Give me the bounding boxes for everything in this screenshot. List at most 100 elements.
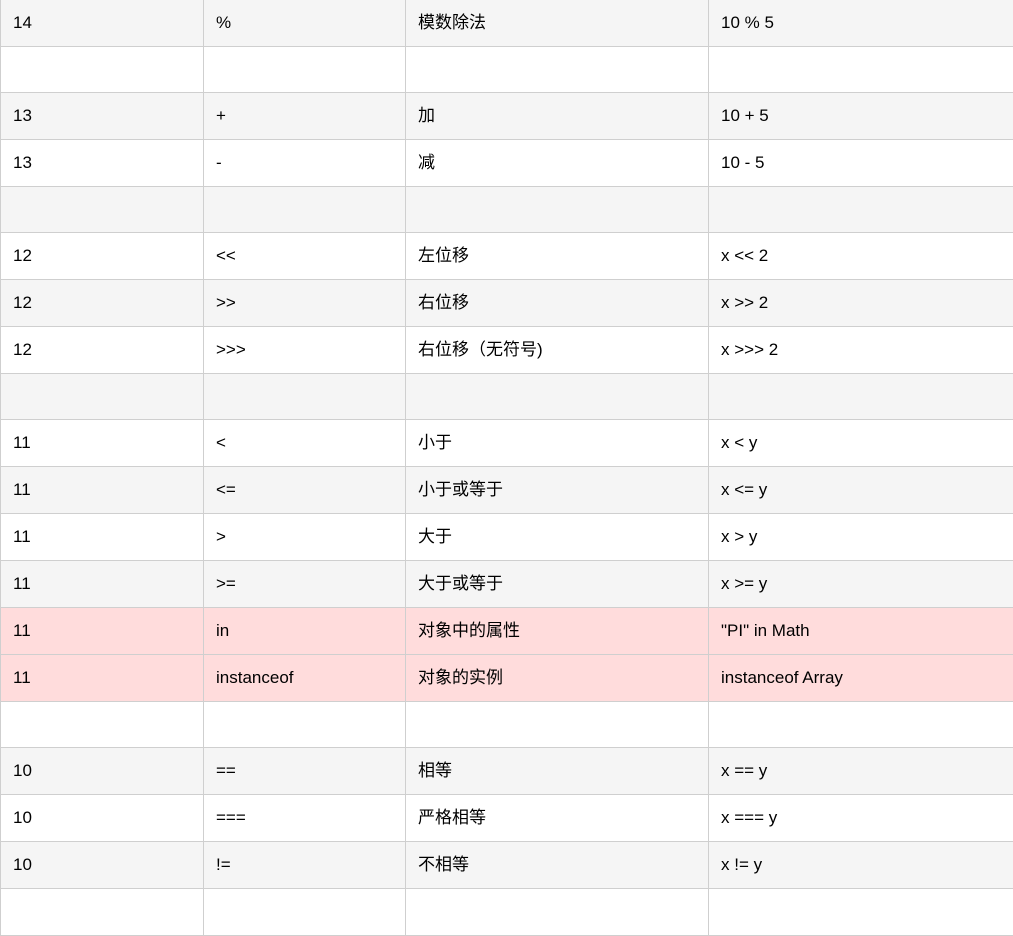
example-cell — [709, 374, 1013, 420]
example-cell: x >>> 2 — [709, 327, 1013, 374]
description-cell — [406, 187, 709, 233]
operator-cell: < — [204, 420, 406, 467]
description-cell: 模数除法 — [406, 0, 709, 47]
table-row: 12<<左位移x << 2 — [1, 233, 1013, 280]
precedence-cell — [1, 187, 204, 233]
precedence-cell — [1, 889, 204, 936]
separator-row — [1, 47, 1013, 93]
table-row: 14%模数除法10 % 5 — [1, 0, 1013, 47]
operator-cell — [204, 374, 406, 420]
operator-cell: instanceof — [204, 655, 406, 702]
precedence-cell: 11 — [1, 420, 204, 467]
example-cell: x < y — [709, 420, 1013, 467]
description-cell: 小于 — [406, 420, 709, 467]
example-cell: instanceof Array — [709, 655, 1013, 702]
table-row: 10!=不相等x != y — [1, 842, 1013, 889]
description-cell: 减 — [406, 140, 709, 187]
example-cell: 10 - 5 — [709, 140, 1013, 187]
operator-cell: % — [204, 0, 406, 47]
description-cell: 对象的实例 — [406, 655, 709, 702]
example-cell — [709, 187, 1013, 233]
precedence-cell: 12 — [1, 280, 204, 327]
operator-cell: + — [204, 93, 406, 140]
precedence-cell: 10 — [1, 795, 204, 842]
operator-cell: in — [204, 608, 406, 655]
operator-cell — [204, 889, 406, 936]
description-cell — [406, 889, 709, 936]
precedence-cell: 11 — [1, 467, 204, 514]
table-row — [1, 889, 1013, 936]
description-cell: 对象中的属性 — [406, 608, 709, 655]
precedence-cell: 12 — [1, 327, 204, 374]
description-cell: 小于或等于 — [406, 467, 709, 514]
precedence-cell: 11 — [1, 655, 204, 702]
example-cell: 10 % 5 — [709, 0, 1013, 47]
table-row: 11<=小于或等于x <= y — [1, 467, 1013, 514]
table-row: 11instanceof对象的实例instanceof Array — [1, 655, 1013, 702]
table-row: 11>大于x > y — [1, 514, 1013, 561]
description-cell: 相等 — [406, 748, 709, 795]
precedence-cell: 10 — [1, 748, 204, 795]
example-cell: x >> 2 — [709, 280, 1013, 327]
operator-cell: != — [204, 842, 406, 889]
example-cell: x == y — [709, 748, 1013, 795]
operator-cell: >> — [204, 280, 406, 327]
table-row: 10===严格相等x === y — [1, 795, 1013, 842]
table-row: 11<小于x < y — [1, 420, 1013, 467]
separator-row — [1, 187, 1013, 233]
example-cell: x << 2 — [709, 233, 1013, 280]
table-row: 13-减10 - 5 — [1, 140, 1013, 187]
description-cell: 大于 — [406, 514, 709, 561]
description-cell — [406, 374, 709, 420]
precedence-cell: 13 — [1, 93, 204, 140]
precedence-cell: 12 — [1, 233, 204, 280]
example-cell: 10 + 5 — [709, 93, 1013, 140]
precedence-cell — [1, 702, 204, 748]
operator-cell: > — [204, 514, 406, 561]
operator-cell — [204, 187, 406, 233]
table-row: 11in对象中的属性"PI" in Math — [1, 608, 1013, 655]
table-row: 11>=大于或等于x >= y — [1, 561, 1013, 608]
example-cell — [709, 889, 1013, 936]
example-cell: x >= y — [709, 561, 1013, 608]
operator-cell: == — [204, 748, 406, 795]
example-cell — [709, 702, 1013, 748]
precedence-cell — [1, 374, 204, 420]
operator-cell: - — [204, 140, 406, 187]
example-cell: x === y — [709, 795, 1013, 842]
description-cell: 加 — [406, 93, 709, 140]
precedence-cell: 11 — [1, 608, 204, 655]
operator-cell: >>> — [204, 327, 406, 374]
operator-cell: <= — [204, 467, 406, 514]
description-cell: 严格相等 — [406, 795, 709, 842]
operator-table-body: 14%模数除法10 % 513+加10 + 513-减10 - 512<<左位移… — [1, 0, 1013, 936]
description-cell — [406, 47, 709, 93]
precedence-cell: 14 — [1, 0, 204, 47]
operator-cell: << — [204, 233, 406, 280]
precedence-cell — [1, 47, 204, 93]
separator-row — [1, 702, 1013, 748]
operator-cell: >= — [204, 561, 406, 608]
description-cell: 右位移（无符号) — [406, 327, 709, 374]
example-cell — [709, 47, 1013, 93]
operator-precedence-table: 14%模数除法10 % 513+加10 + 513-减10 - 512<<左位移… — [0, 0, 1013, 936]
description-cell — [406, 702, 709, 748]
description-cell: 大于或等于 — [406, 561, 709, 608]
table-row: 10==相等x == y — [1, 748, 1013, 795]
example-cell: x != y — [709, 842, 1013, 889]
example-cell: "PI" in Math — [709, 608, 1013, 655]
table-row: 12>>>右位移（无符号)x >>> 2 — [1, 327, 1013, 374]
precedence-cell: 11 — [1, 561, 204, 608]
precedence-cell: 11 — [1, 514, 204, 561]
precedence-cell: 13 — [1, 140, 204, 187]
description-cell: 不相等 — [406, 842, 709, 889]
example-cell: x > y — [709, 514, 1013, 561]
separator-row — [1, 374, 1013, 420]
operator-cell — [204, 702, 406, 748]
table-row: 13+加10 + 5 — [1, 93, 1013, 140]
table-row: 12>>右位移x >> 2 — [1, 280, 1013, 327]
operator-cell: === — [204, 795, 406, 842]
example-cell: x <= y — [709, 467, 1013, 514]
description-cell: 左位移 — [406, 233, 709, 280]
precedence-cell: 10 — [1, 842, 204, 889]
